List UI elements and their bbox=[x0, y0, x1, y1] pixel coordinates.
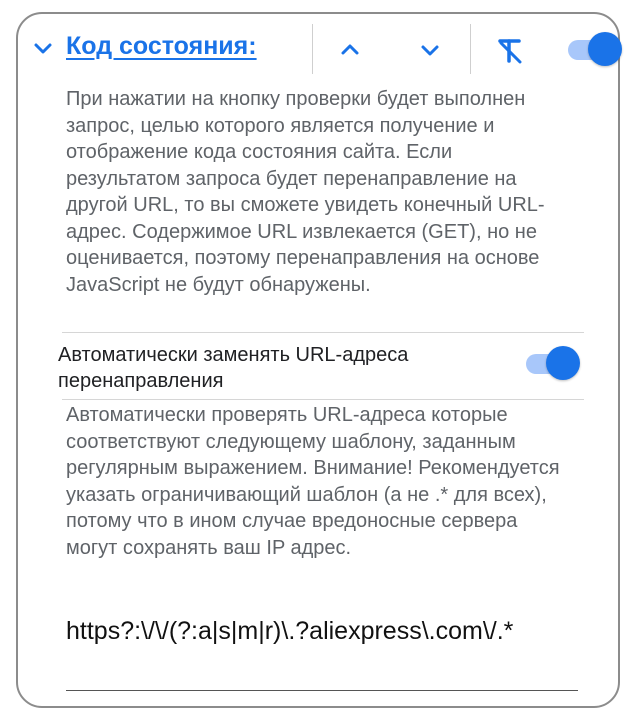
section-title[interactable]: Код состояния: bbox=[66, 32, 257, 61]
chevron-down-icon[interactable] bbox=[32, 38, 54, 60]
move-up-button[interactable] bbox=[334, 34, 366, 66]
auto-replace-label: Автоматически заменять URL-адреса перена… bbox=[58, 344, 409, 392]
divider bbox=[62, 399, 584, 400]
toggle-knob bbox=[588, 32, 622, 66]
chevron-down-icon bbox=[421, 45, 439, 56]
toggle-knob bbox=[546, 346, 580, 380]
header-divider bbox=[470, 24, 471, 74]
chevron-up-icon bbox=[341, 44, 359, 55]
divider bbox=[62, 332, 584, 333]
input-underline bbox=[66, 690, 578, 691]
auto-replace-toggle[interactable] bbox=[524, 346, 580, 382]
header-divider bbox=[312, 24, 313, 74]
clear-format-button[interactable] bbox=[494, 34, 526, 66]
url-pattern-input[interactable]: https?:\/\/(?:a|s|m|r)\.?aliexpress\.com… bbox=[66, 614, 576, 648]
section-description: При нажатии на кнопку проверки будет вып… bbox=[66, 88, 545, 296]
clear-format-icon bbox=[498, 39, 522, 64]
section-enabled-toggle[interactable] bbox=[566, 32, 622, 68]
status-code-settings-card: Код состояния: При нажатии на кнопку про… bbox=[16, 12, 622, 708]
auto-replace-description: Автоматически проверять URL-адреса котор… bbox=[66, 404, 560, 559]
section-header: Код состояния: bbox=[18, 14, 622, 88]
move-down-button[interactable] bbox=[414, 34, 446, 66]
